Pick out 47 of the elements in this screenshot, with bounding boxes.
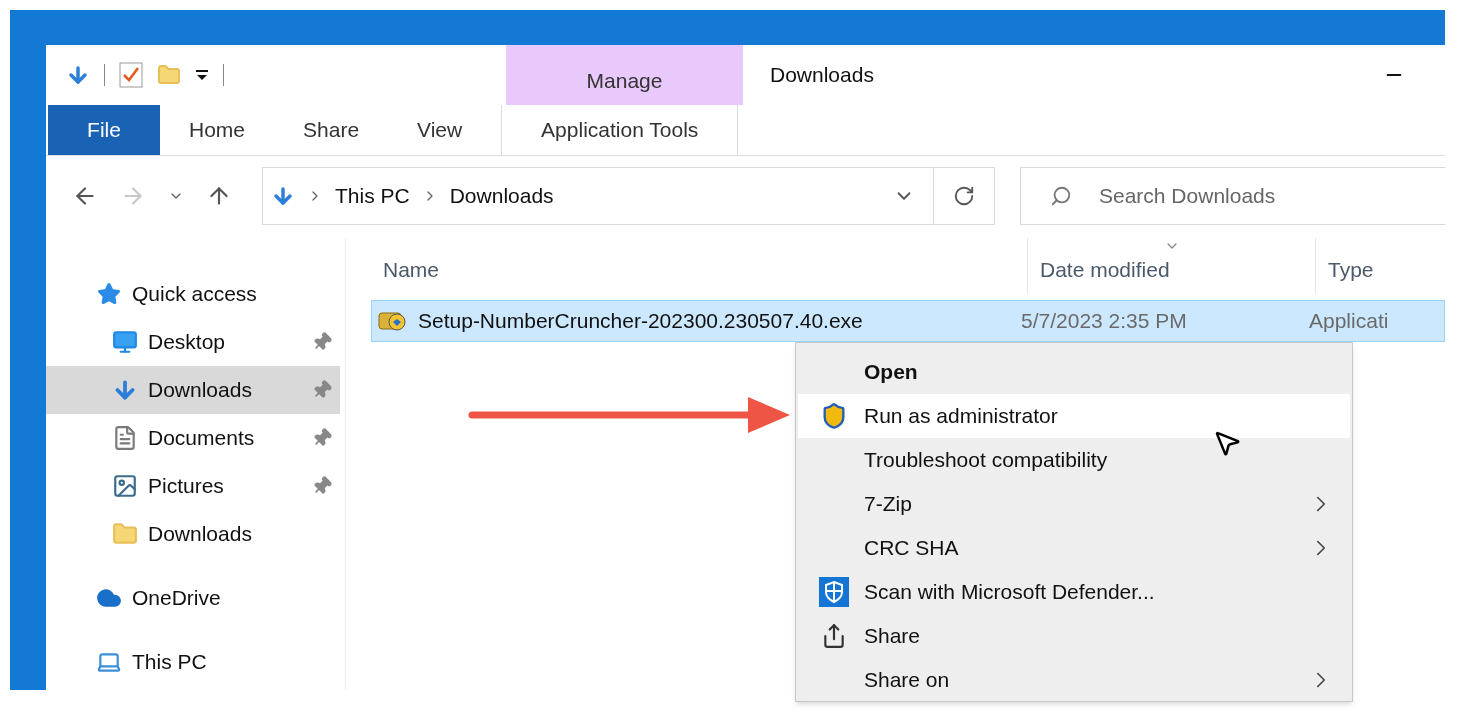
checklist-icon[interactable]	[119, 62, 143, 88]
menu-item[interactable]: Run as administrator	[798, 394, 1350, 438]
sidebar-item[interactable]: Desktop	[46, 318, 340, 366]
ribbon-tab[interactable]: Application Tools	[501, 105, 739, 155]
down-arrow-icon	[271, 184, 295, 208]
menu-item[interactable]: CRC SHA	[798, 526, 1350, 570]
search-field[interactable]: Search Downloads	[1020, 167, 1445, 225]
menu-item[interactable]: Scan with Microsoft Defender...	[798, 570, 1350, 614]
column-header[interactable]: Date modified	[1027, 238, 1315, 294]
sidebar-item[interactable]: Downloads	[46, 510, 340, 558]
folder-icon	[112, 521, 138, 547]
customize-dropdown-icon[interactable]	[195, 68, 209, 82]
file-row[interactable]: Setup-NumberCruncher-202300.230507.40.exe 5/7/2023 2:35 PM Applicati	[371, 300, 1445, 342]
column-header[interactable]: Type	[1315, 238, 1445, 294]
menu-item[interactable]: Open	[798, 350, 1350, 394]
refresh-icon[interactable]	[953, 185, 975, 207]
menu-item[interactable]: Troubleshoot compatibility	[798, 438, 1350, 482]
contextual-group-header: Manage	[506, 45, 743, 105]
file-name: Setup-NumberCruncher-202300.230507.40.exe	[418, 308, 863, 335]
sidebar-item[interactable]: Documents	[46, 414, 340, 462]
column-header[interactable]: Name	[377, 238, 1027, 294]
menu-item[interactable]: 7-Zip	[798, 482, 1350, 526]
file-tab[interactable]: File	[48, 105, 160, 155]
document-icon	[112, 425, 138, 451]
date-modified: 5/7/2023 2:35 PM	[1020, 308, 1188, 335]
menu-item[interactable]: Share on	[798, 658, 1350, 702]
defender-icon	[819, 577, 849, 607]
sidebar-item[interactable]: OneDrive	[46, 574, 340, 622]
breadcrumb[interactable]: Downloads	[449, 180, 554, 212]
file-type: Applicati	[1308, 308, 1389, 335]
picture-icon	[112, 473, 138, 499]
down-arrow-icon[interactable]	[66, 63, 90, 87]
ribbon-tab[interactable]: Home	[160, 105, 275, 155]
ribbon-tab[interactable]: View	[388, 105, 492, 155]
search-icon	[1050, 185, 1072, 207]
share-icon	[821, 623, 847, 649]
sidebar-item[interactable]: This PC	[46, 638, 340, 686]
menu-item[interactable]: Share	[798, 614, 1350, 658]
star-icon	[97, 282, 121, 306]
address-bar[interactable]: This PC Downloads	[262, 167, 995, 225]
sidebar-item[interactable]: Downloads	[46, 366, 340, 414]
breadcrumb[interactable]: This PC	[335, 180, 410, 212]
monitor-icon	[112, 329, 138, 355]
ribbon-tab[interactable]: Share	[274, 105, 389, 155]
sidebar-item[interactable]: Quick access	[46, 270, 340, 318]
sidebar-item[interactable]: Pictures	[46, 462, 340, 510]
window-title: Downloads	[770, 62, 875, 89]
